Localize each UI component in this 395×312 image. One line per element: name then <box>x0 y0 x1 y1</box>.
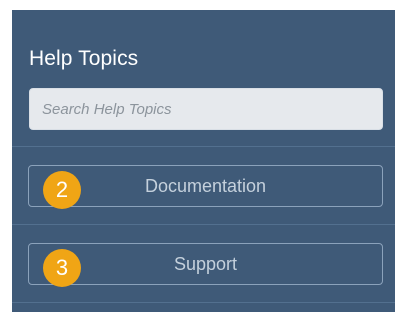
divider <box>12 146 395 147</box>
support-button[interactable]: Support <box>28 243 383 285</box>
documentation-button[interactable]: Documentation <box>28 165 383 207</box>
step-2-badge: 2 <box>43 171 81 209</box>
divider <box>12 302 395 303</box>
divider <box>12 224 395 225</box>
page-left-margin <box>0 10 12 312</box>
step-3-badge: 3 <box>43 249 81 287</box>
search-help-topics-input[interactable] <box>29 88 383 130</box>
panel-title: Help Topics <box>29 47 139 70</box>
